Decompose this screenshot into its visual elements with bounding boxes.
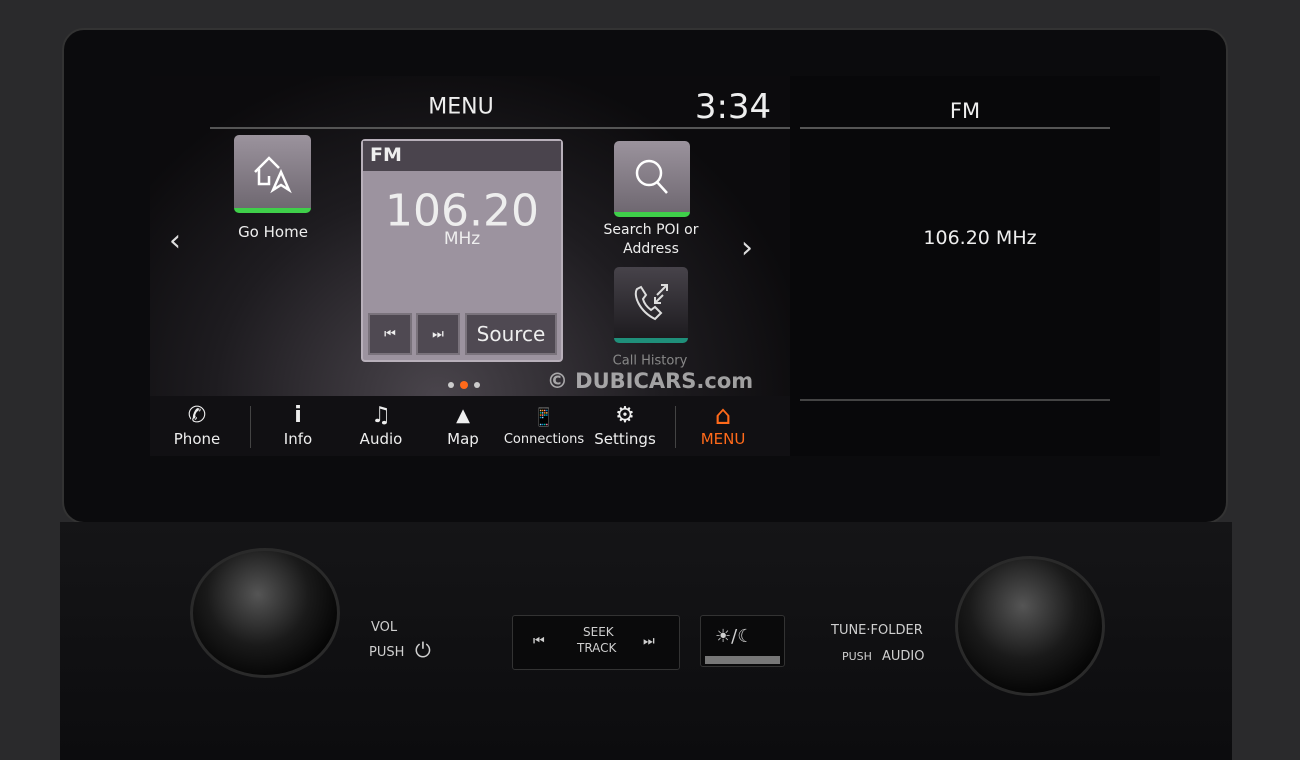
home-icon: ⌂ [714,401,732,431]
gear-icon: ⚙ [615,403,635,428]
phone-icon: ✆ [187,403,207,428]
radio-card-header: FM [363,141,561,171]
audio-label: AUDIO [882,649,925,664]
header-divider [210,127,790,129]
skip-forward-icon: ⏭ [432,326,444,342]
right-pane-divider [800,399,1110,401]
bottom-nav: ✆ Phone i Info ♫ Audio ▲ Map 📱 Connections ⚙ S… [150,396,790,456]
nav-settings[interactable]: ⚙ Settings [594,396,656,456]
push-label: PUSH [369,645,405,660]
page-dot[interactable] [474,382,480,388]
page-dot[interactable] [448,382,454,388]
tune-knob[interactable] [955,556,1105,696]
skip-back-icon: ⏮ [384,326,396,342]
volume-knob[interactable] [190,548,340,678]
menu-pane: MENU 3:34 ‹ › Go Home FM 106.20 MHz ⏮ ⏭ … [150,76,790,456]
vol-label: VOL [371,620,398,635]
go-home-button[interactable] [234,135,311,213]
radio-card[interactable]: FM 106.20 MHz ⏮ ⏭ Source [361,139,563,362]
nav-divider [675,406,676,448]
chevron-left-icon[interactable]: ‹ [169,224,181,259]
frequency-unit: MHz [443,229,481,249]
nav-label: Phone [173,430,221,448]
next-station-button[interactable]: ⏭ [416,313,460,355]
search-poi-label-1: Search POI or [603,222,699,238]
nav-audio[interactable]: ♫ Audio [360,396,403,456]
nav-map[interactable]: ▲ Map [447,396,479,456]
phone-connection-icon: 📱 [532,406,556,428]
band-label: FM [370,144,402,166]
nav-label: Audio [359,430,403,448]
push-label-2: PUSH [842,650,872,663]
nav-phone[interactable]: ✆ Phone [174,396,220,456]
go-home-label: Go Home [238,223,308,241]
call-history-button[interactable] [614,267,688,343]
page-title: MENU [428,94,494,120]
nav-info[interactable]: i Info [284,396,312,456]
nav-menu[interactable]: ⌂ MENU [701,396,746,456]
page-dot-active[interactable] [460,381,468,389]
clock: 3:34 [694,87,772,127]
day-night-icon: ☀/☾ [715,626,754,647]
power-icon: ⏻ [415,638,431,662]
home-navigate-icon [253,155,292,193]
seek-back-icon: ⏮ [533,634,545,649]
music-note-icon: ♫ [371,403,391,428]
chevron-right-icon[interactable]: › [741,231,753,266]
day-night-button[interactable]: ☀/☾ [700,615,785,667]
track-label: TRACK [577,641,617,655]
nav-label: Map [447,430,479,448]
search-poi-button[interactable] [614,141,690,217]
seek-track-button[interactable]: ⏮ SEEK TRACK ⏭ [512,615,680,670]
search-poi-label-2: Address [623,241,679,257]
source-button[interactable]: Source [465,313,557,355]
indicator-strip [705,656,780,664]
previous-station-button[interactable]: ⏮ [368,313,412,355]
navigation-arrow-icon: ▲ [456,405,470,426]
call-history-icon [634,283,668,320]
nav-divider [250,406,251,448]
nav-label: MENU [700,430,746,448]
seek-label: SEEK [583,625,614,639]
call-history-label: Call History [612,353,688,369]
search-icon [635,159,668,194]
tune-folder-label: TUNE·FOLDER [831,623,923,638]
info-icon: i [294,403,302,428]
right-pane-station: 106.20 MHz [923,227,1037,249]
nav-label: Connections [503,431,585,447]
nav-connections[interactable]: 📱 Connections [504,396,584,456]
right-pane-divider [800,127,1110,129]
seek-forward-icon: ⏭ [643,634,655,649]
right-pane-title: FM [949,99,981,123]
nav-label: Info [283,430,313,448]
nav-label: Settings [594,430,656,448]
infotainment-screen: MENU 3:34 ‹ › Go Home FM 106.20 MHz ⏮ ⏭ … [150,76,1160,456]
watermark: © DUBICARS.com [546,369,754,393]
